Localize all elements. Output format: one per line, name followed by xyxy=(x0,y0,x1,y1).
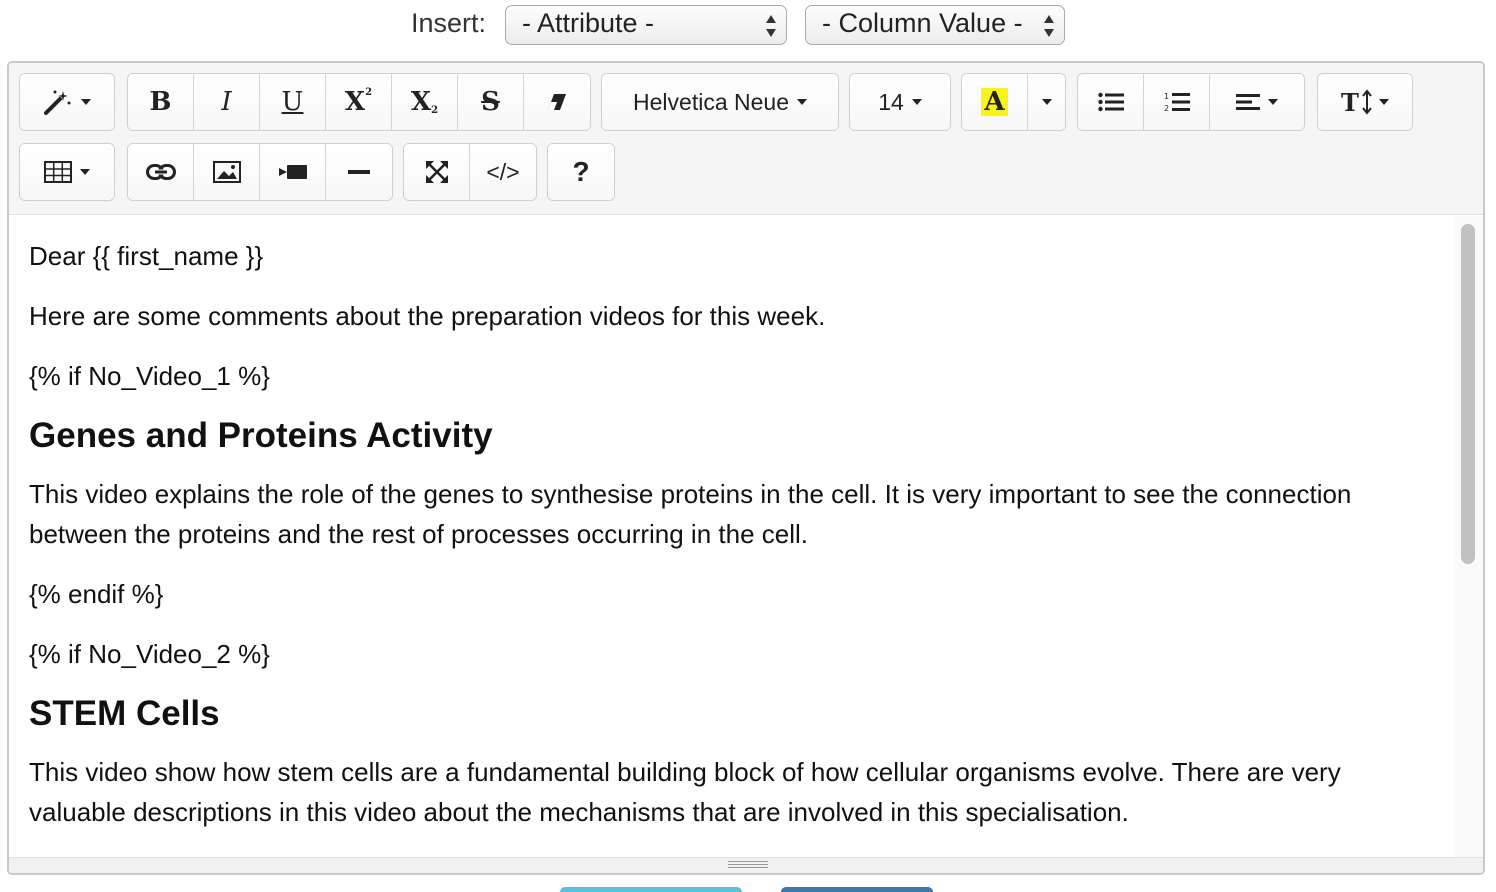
caret-down-icon xyxy=(1041,99,1052,105)
heading-genes-proteins: Genes and Proteins Activity xyxy=(29,416,493,455)
greeting-line: Dear {{ first_name }} xyxy=(29,241,264,271)
column-value-select-value: - Column Value - xyxy=(822,8,1023,38)
image-icon xyxy=(212,161,241,183)
superscript-label: X xyxy=(344,87,366,117)
superscript-button[interactable]: X2 xyxy=(326,74,392,130)
font-style-group: B I U X2 X2 S xyxy=(128,74,590,130)
magic-wand-icon xyxy=(44,90,71,115)
template-if-video-2: {% if No_Video_2 %} xyxy=(29,639,270,669)
fullscreen-button[interactable] xyxy=(404,144,470,200)
select-arrows-icon xyxy=(1044,15,1054,37)
font-size-value: 14 xyxy=(878,88,904,115)
rich-text-editor: B I U X2 X2 S Helvetica Neue 14 A 1 2 T … xyxy=(7,61,1485,875)
editor-toolbar: B I U X2 X2 S Helvetica Neue 14 A 1 2 T … xyxy=(9,63,1483,215)
bulleted-list-icon xyxy=(1097,92,1124,112)
eraser-icon xyxy=(548,94,566,110)
attribute-select-value: - Attribute - xyxy=(522,8,655,38)
code-view-button[interactable]: </> xyxy=(470,144,536,200)
font-size-dropdown[interactable]: 14 xyxy=(850,74,950,130)
numbered-list-icon: 1 2 xyxy=(1164,92,1190,113)
select-arrows-icon xyxy=(766,15,776,37)
insert-label: Insert: xyxy=(411,8,487,38)
table-grid-icon xyxy=(44,161,72,183)
font-family-value: Helvetica Neue xyxy=(633,88,789,115)
link-icon xyxy=(145,164,176,180)
help-group: ? xyxy=(548,144,614,200)
link-button[interactable] xyxy=(128,144,194,200)
color-dropdown-button[interactable] xyxy=(1028,74,1065,130)
highlight-color-button[interactable]: A xyxy=(962,74,1028,130)
clear-format-button[interactable] xyxy=(524,74,590,130)
video-button[interactable] xyxy=(260,144,326,200)
heading-stem-cells: STEM Cells xyxy=(29,694,220,733)
editor-statusbar xyxy=(9,857,1483,873)
line-height-group: T xyxy=(1318,74,1412,130)
stem-cells-paragraph: This video show how stem cells are a fun… xyxy=(29,757,1341,827)
fullscreen-icon xyxy=(425,161,448,183)
style-group xyxy=(20,74,114,130)
intro-paragraph: Here are some comments about the prepara… xyxy=(29,301,826,331)
font-family-dropdown[interactable]: Helvetica Neue xyxy=(602,74,838,130)
subscript-button[interactable]: X2 xyxy=(392,74,458,130)
template-endif: {% endif %} xyxy=(29,579,164,609)
font-size-group: 14 xyxy=(850,74,950,130)
table-button[interactable] xyxy=(20,144,114,200)
bottom-action-button-2[interactable] xyxy=(781,887,933,892)
italic-button[interactable]: I xyxy=(194,74,260,130)
color-group: A xyxy=(962,74,1065,130)
vertical-scrollbar[interactable] xyxy=(1455,216,1483,859)
unordered-list-button[interactable] xyxy=(1078,74,1144,130)
paragraph-align-button[interactable] xyxy=(1210,74,1304,130)
insert-bar: Insert: - Attribute - - Column Value - xyxy=(0,4,1496,46)
align-left-icon xyxy=(1236,94,1260,110)
ordered-list-button[interactable]: 1 2 xyxy=(1144,74,1210,130)
genes-proteins-paragraph: This video explains the role of the gene… xyxy=(29,479,1352,549)
bottom-action-button-1[interactable] xyxy=(560,887,742,892)
svg-text:1: 1 xyxy=(1164,92,1169,101)
picture-button[interactable] xyxy=(194,144,260,200)
svg-text:T: T xyxy=(1341,89,1359,115)
list-group: 1 2 xyxy=(1078,74,1304,130)
resize-grip-icon[interactable] xyxy=(728,861,768,870)
template-if-video-1: {% if No_Video_1 %} xyxy=(29,361,270,391)
horizontal-rule-button[interactable] xyxy=(326,144,392,200)
attribute-select[interactable]: - Attribute - xyxy=(505,5,787,45)
font-family-group: Helvetica Neue xyxy=(602,74,838,130)
bold-button[interactable]: B xyxy=(128,74,194,130)
highlight-a-icon: A xyxy=(981,88,1008,116)
insert-group xyxy=(128,144,392,200)
scrollbar-thumb[interactable] xyxy=(1461,224,1475,564)
strikethrough-button[interactable]: S xyxy=(458,74,524,130)
video-icon xyxy=(278,165,307,179)
line-height-button[interactable]: T xyxy=(1318,74,1412,130)
style-button[interactable] xyxy=(20,74,114,130)
subscript-label: X xyxy=(410,87,432,117)
svg-text:2: 2 xyxy=(1164,104,1169,113)
editor-content[interactable]: Dear {{ first_name }} Here are some comm… xyxy=(9,216,1455,859)
column-value-select[interactable]: - Column Value - xyxy=(805,5,1065,45)
help-button[interactable]: ? xyxy=(548,144,614,200)
view-group: </> xyxy=(404,144,536,200)
underline-button[interactable]: U xyxy=(260,74,326,130)
text-height-icon: T xyxy=(1341,89,1372,115)
horizontal-rule-icon xyxy=(348,170,370,174)
table-group xyxy=(20,144,114,200)
